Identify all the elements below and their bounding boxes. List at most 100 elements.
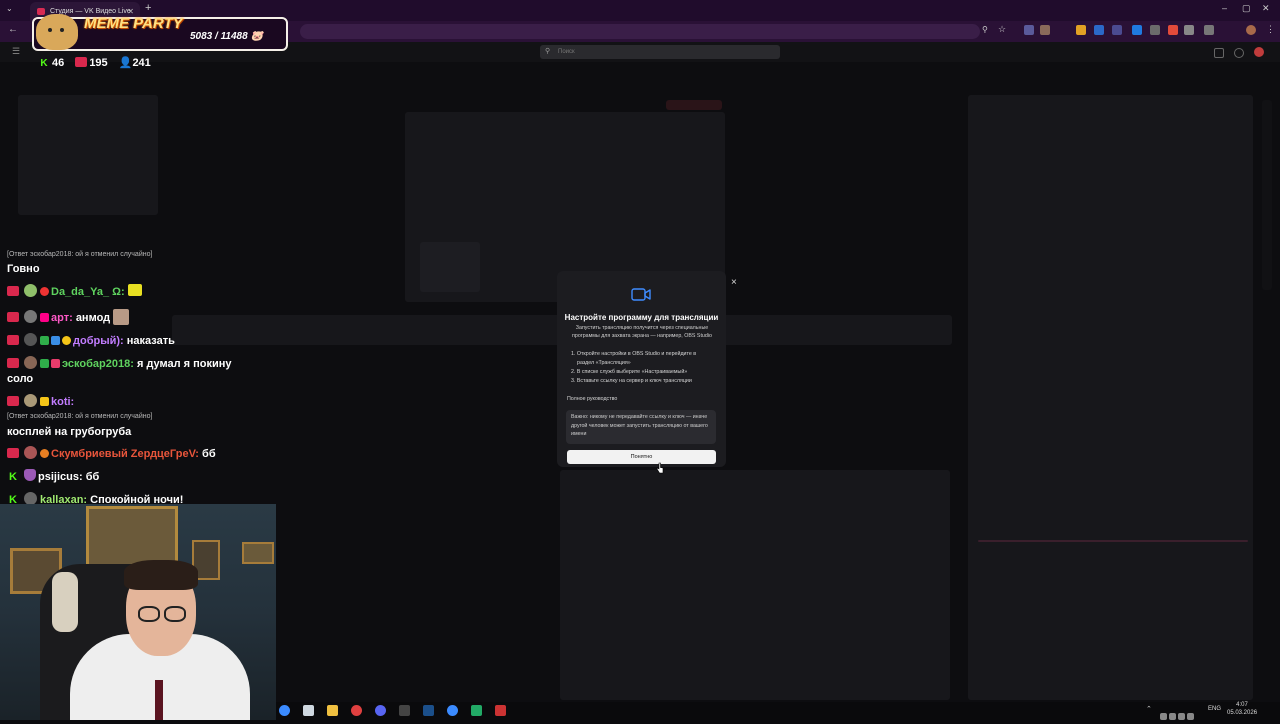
badge-icon bbox=[40, 449, 49, 458]
painting bbox=[242, 542, 274, 564]
badge-icon bbox=[40, 359, 49, 368]
live-icon bbox=[7, 312, 19, 322]
studio-icon[interactable] bbox=[1214, 48, 1224, 58]
tray-icon[interactable] bbox=[1178, 713, 1185, 720]
close-window-button[interactable]: ✕ bbox=[1262, 3, 1270, 14]
steam-icon[interactable] bbox=[423, 705, 434, 716]
tray-icon[interactable] bbox=[1160, 713, 1167, 720]
taskbar-app-icon[interactable] bbox=[471, 705, 482, 716]
meme-party-title: MEME PARTY bbox=[84, 15, 183, 32]
modal-description: Запустить трансляцию получится через спе… bbox=[572, 325, 712, 339]
category-list bbox=[560, 470, 950, 700]
new-tab-button[interactable]: + bbox=[145, 2, 151, 14]
profile-avatar[interactable] bbox=[1246, 25, 1256, 35]
tab-list-chevron-icon[interactable]: ⌄ bbox=[6, 4, 13, 13]
back-arrow-icon[interactable]: ← bbox=[8, 24, 18, 35]
maximize-button[interactable]: ▢ bbox=[1242, 3, 1251, 14]
live-icon bbox=[75, 57, 88, 67]
avatar bbox=[24, 356, 37, 369]
glasses bbox=[164, 606, 186, 622]
step-2: 2. В списке служб выберите «Настраиваемы… bbox=[571, 369, 688, 375]
clock-time: 4:07 bbox=[1236, 702, 1248, 708]
bookmark-star-icon[interactable]: ☆ bbox=[998, 24, 1006, 35]
clock[interactable]: 4:07 05.03.2026 bbox=[1227, 701, 1257, 717]
vk-favicon-icon bbox=[37, 8, 45, 15]
modal-title: Настройте программу для трансляции bbox=[564, 313, 719, 322]
badge-icon bbox=[40, 397, 49, 406]
preview-thumbnail bbox=[420, 242, 480, 292]
hamburger-icon[interactable]: ☰ bbox=[12, 46, 20, 57]
understood-button[interactable]: Понятно bbox=[567, 450, 716, 464]
chat-message-continuation: соло bbox=[7, 373, 34, 385]
step-1: 1. Откройте настройки в OBS Studio и пер… bbox=[571, 351, 697, 357]
viewers-icon: 👤 bbox=[118, 57, 133, 69]
doge-avatar bbox=[36, 14, 78, 50]
extension-icon[interactable] bbox=[1024, 25, 1034, 35]
extension-icon[interactable] bbox=[1094, 25, 1104, 35]
notifications-icon[interactable] bbox=[1234, 48, 1244, 58]
kick-icon: K bbox=[40, 58, 48, 69]
menu-kebab-icon[interactable]: ⋮ bbox=[1266, 24, 1275, 35]
live-icon bbox=[7, 396, 19, 406]
live-icon bbox=[7, 448, 19, 458]
person-hair bbox=[124, 560, 198, 590]
extension-icon[interactable] bbox=[1112, 25, 1122, 35]
kick-icon: K bbox=[9, 494, 17, 506]
taskbar-app-icon[interactable] bbox=[447, 705, 458, 716]
badge-icon bbox=[51, 336, 60, 345]
viewers-count: 241 bbox=[132, 57, 151, 69]
taskbar-app-icon[interactable] bbox=[399, 705, 410, 716]
avatar bbox=[24, 284, 37, 297]
address-bar[interactable] bbox=[300, 24, 980, 39]
chat-divider bbox=[978, 540, 1248, 542]
chat-reply-meta: [Ответ эскобар2018: ой я отменил случайн… bbox=[7, 413, 153, 420]
step-3: 3. Вставьте ссылку на сервер и ключ тран… bbox=[571, 378, 692, 384]
live-icon bbox=[7, 358, 19, 368]
taskbar-app-icon[interactable] bbox=[351, 705, 362, 716]
minimize-button[interactable]: – bbox=[1222, 3, 1227, 13]
search-input[interactable]: ⚲ Поиск bbox=[540, 45, 780, 59]
tray-chevron-icon[interactable]: ⌃ bbox=[1146, 705, 1152, 713]
language-indicator[interactable]: ENG bbox=[1208, 706, 1221, 712]
downloads-icon[interactable] bbox=[1204, 25, 1214, 35]
extension-icon[interactable] bbox=[1076, 25, 1086, 35]
discord-icon[interactable] bbox=[375, 705, 386, 716]
chat-message: Скумбриевый ZердцеГреV: бб bbox=[7, 446, 216, 460]
stop-stream-button bbox=[666, 100, 722, 110]
chat-reply-meta: [Ответ эскобар2018: ой я отменил случайн… bbox=[7, 251, 153, 258]
clock-date: 05.03.2026 bbox=[1227, 710, 1258, 716]
chat-message: добрый): наказать bbox=[7, 333, 175, 347]
avatar bbox=[24, 333, 37, 346]
full-guide-link[interactable]: Полное руководство bbox=[567, 396, 617, 402]
avatar bbox=[24, 310, 37, 323]
extension-icon[interactable] bbox=[1168, 25, 1178, 35]
kick-icon: K bbox=[9, 471, 17, 483]
search-placeholder: Поиск bbox=[558, 49, 575, 55]
modal-close-button[interactable]: × bbox=[731, 277, 737, 288]
extension-icon[interactable] bbox=[1150, 25, 1160, 35]
tray-icon[interactable] bbox=[1169, 713, 1176, 720]
modal-steps: 1. Откройте настройки в OBS Studio и пер… bbox=[571, 350, 716, 386]
chat-message: эскобар2018: я думал я покину bbox=[7, 356, 232, 370]
kick-count: 46 bbox=[52, 57, 65, 69]
chat-message: арт: анмод bbox=[7, 309, 131, 325]
user-avatar[interactable] bbox=[1254, 47, 1264, 57]
start-icon[interactable] bbox=[279, 705, 290, 716]
volume-icon[interactable] bbox=[1187, 713, 1194, 720]
extension-icon[interactable] bbox=[1184, 25, 1194, 35]
live-count: 195 bbox=[89, 57, 108, 69]
badge-icon bbox=[40, 336, 49, 345]
zoom-icon[interactable]: ⚲ bbox=[982, 25, 988, 34]
step-1-cont: раздел «Трансляция» bbox=[577, 360, 631, 366]
taskbar-app-icon[interactable] bbox=[303, 705, 314, 716]
taskbar-app-icon[interactable] bbox=[495, 705, 506, 716]
camera-icon bbox=[631, 288, 651, 301]
extension-icon[interactable] bbox=[1132, 25, 1142, 35]
extension-icon[interactable] bbox=[1040, 25, 1050, 35]
glasses bbox=[138, 606, 160, 622]
chat-message: косплей на грубогруба bbox=[7, 426, 132, 438]
warning-box: Важно: никому не передавайте ссылку и кл… bbox=[566, 410, 716, 444]
webcam-feed bbox=[0, 504, 276, 720]
chat-message: koti: bbox=[7, 394, 74, 408]
file-explorer-icon[interactable] bbox=[327, 705, 338, 716]
